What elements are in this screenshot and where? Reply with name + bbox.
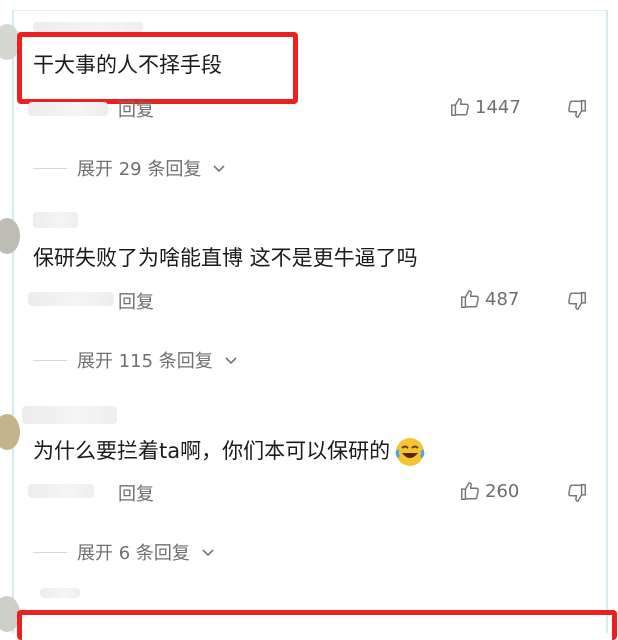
like-button[interactable]: 1447 [449, 96, 521, 118]
chevron-down-icon [223, 352, 239, 368]
username-blurred [33, 212, 78, 228]
divider-line [33, 551, 67, 553]
chevron-down-icon [211, 160, 227, 176]
username-blurred [33, 22, 143, 32]
username-blurred [22, 406, 117, 424]
like-button[interactable]: 260 [459, 480, 519, 502]
dislike-button[interactable] [566, 98, 588, 120]
expand-replies-label: 展开 115 条回复 [77, 351, 213, 372]
timestamp-blurred [28, 102, 108, 116]
thumbs-down-icon [566, 482, 588, 504]
dislike-button[interactable] [566, 290, 588, 312]
like-count: 487 [485, 288, 520, 310]
like-button[interactable]: 487 [459, 288, 519, 310]
divider-line [33, 167, 67, 169]
expand-replies-button[interactable]: 展开 29 条回复 [33, 155, 227, 181]
thumbs-down-icon [566, 290, 588, 312]
reply-button[interactable]: 回复 [118, 480, 154, 506]
thumbs-up-icon [449, 96, 471, 118]
reply-button[interactable]: 回复 [118, 96, 154, 122]
divider-line [33, 359, 67, 361]
reply-button[interactable]: 回复 [118, 288, 154, 314]
like-count: 260 [485, 480, 520, 502]
highlight-box [17, 32, 298, 104]
highlight-box [17, 610, 617, 640]
thumbs-up-icon [459, 288, 481, 310]
expand-replies-button[interactable]: 展开 6 条回复 [33, 539, 216, 565]
username-blurred [40, 588, 80, 598]
dislike-button[interactable] [566, 482, 588, 504]
timestamp-blurred [28, 484, 94, 498]
comment-text-content: 为什么要拦着ta啊，你们本可以保研的 [33, 439, 391, 463]
laughing-emoji-icon [394, 436, 426, 468]
thumbs-down-icon [566, 98, 588, 120]
like-count: 1447 [475, 96, 521, 118]
expand-replies-label: 展开 29 条回复 [77, 159, 202, 180]
comment-text: 保研失败了为啥能直博 这不是更牛逼了吗 [33, 246, 418, 270]
thumbs-up-icon [459, 480, 481, 502]
comment-text: 为什么要拦着ta啊，你们本可以保研的 [33, 436, 426, 468]
chevron-down-icon [200, 544, 216, 560]
timestamp-blurred [28, 292, 114, 306]
expand-replies-button[interactable]: 展开 115 条回复 [33, 347, 239, 373]
expand-replies-label: 展开 6 条回复 [77, 543, 190, 564]
